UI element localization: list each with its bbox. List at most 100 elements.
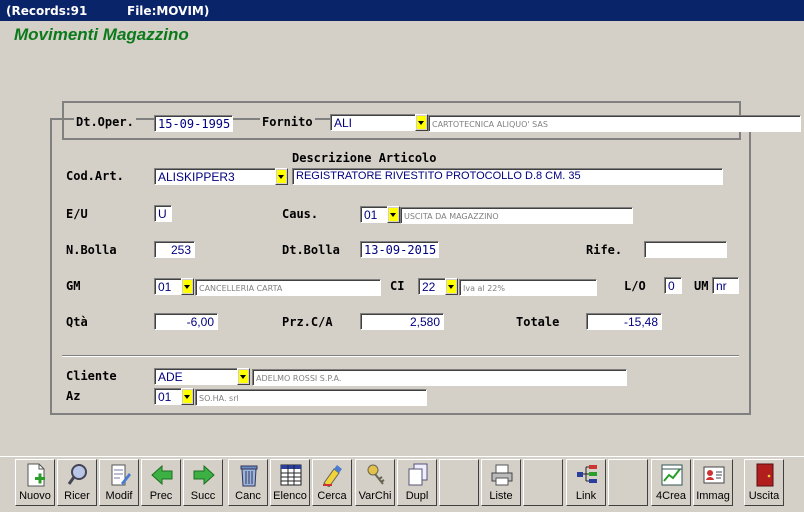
immag-button[interactable]: Immag: [693, 459, 733, 506]
exit-door-icon: [756, 463, 774, 487]
cod-art-desc-field[interactable]: REGISTRATORE RIVESTITO PROTOCOLLO D.8 CM…: [292, 168, 723, 185]
chevron-down-icon: [184, 395, 190, 399]
link-tree-icon: [577, 465, 597, 483]
qta-label: Qtà: [64, 315, 90, 329]
dt-oper-field[interactable]: 15-09-1995: [154, 115, 233, 132]
gm-label: GM: [64, 279, 83, 293]
fornito-dropdown-button[interactable]: [415, 114, 428, 131]
id-card-icon: [703, 466, 725, 484]
title-bar: (Records:91 File:MOVIM): [0, 0, 804, 21]
ci-desc-field: Iva al 22%: [459, 279, 597, 296]
dupl-label: Dupl: [405, 490, 429, 502]
caus-label: Caus.: [280, 207, 321, 221]
fornito-code-field[interactable]: ALI: [330, 114, 416, 131]
eu-label: E/U: [64, 207, 90, 221]
prec-button[interactable]: Prec: [141, 459, 181, 506]
ricer-label: Ricer: [64, 490, 90, 502]
chevron-down-icon: [278, 175, 284, 179]
ci-label: CI: [388, 279, 407, 293]
chevron-down-icon: [240, 375, 246, 379]
totale-label: Totale: [514, 315, 562, 329]
cerca-label: Cerca: [317, 490, 347, 502]
modif-label: Modif: [105, 490, 133, 502]
cliente-desc-field: ADELMO ROSSI S.P.A.: [252, 369, 627, 386]
new-document-icon: [27, 463, 45, 487]
az-desc-field: SO.HA. srl: [195, 389, 427, 406]
link-button[interactable]: Link: [566, 459, 606, 506]
dt-bolla-label: Dt.Bolla: [280, 243, 342, 257]
4crea-label: 4Crea: [656, 490, 686, 502]
eu-field[interactable]: U: [154, 205, 172, 222]
dt-bolla-field[interactable]: 13-09-2015: [360, 241, 439, 258]
cod-art-dropdown-button[interactable]: [275, 168, 288, 185]
trash-icon: [240, 465, 258, 487]
caus-dropdown-button[interactable]: [387, 206, 400, 223]
cod-art-label: Cod.Art.: [64, 169, 126, 183]
empty-button-1[interactable]: [439, 459, 479, 506]
fornito-label: Fornito: [260, 115, 315, 129]
uscita-label: Uscita: [748, 490, 780, 502]
succ-button[interactable]: Succ: [183, 459, 223, 506]
az-label: Az: [64, 389, 83, 403]
um-field[interactable]: nr: [712, 277, 739, 294]
liste-button[interactable]: Liste: [481, 459, 521, 506]
prec-label: Prec: [149, 490, 173, 502]
qta-field[interactable]: -6,00: [154, 313, 218, 330]
nuovo-label: Nuovo: [19, 490, 51, 502]
cliente-label: Cliente: [64, 369, 119, 383]
caus-desc-field: USCITA DA MAGAZZINO: [400, 207, 633, 224]
chevron-down-icon: [448, 285, 454, 289]
canc-button[interactable]: Canc: [228, 459, 268, 506]
cliente-dropdown-button[interactable]: [237, 368, 250, 385]
gm-dropdown-button[interactable]: [181, 278, 194, 295]
gm-code-field[interactable]: 01: [154, 278, 182, 295]
n-bolla-field[interactable]: 253: [154, 241, 195, 258]
fornito-desc-field: CARTOTECNICA ALIQUO' SAS: [428, 115, 801, 132]
caus-code-field[interactable]: 01: [360, 206, 388, 223]
elenco-label: Elenco: [273, 490, 307, 502]
gm-desc-field: CANCELLERIA CARTA: [195, 279, 381, 296]
prz-label: Prz.C/A: [280, 315, 335, 329]
empty-button-3[interactable]: [608, 459, 648, 506]
lo-label: L/O: [622, 279, 648, 293]
4crea-button[interactable]: 4Crea: [651, 459, 691, 506]
ci-code-field[interactable]: 22: [418, 278, 446, 295]
ricer-button[interactable]: Ricer: [57, 459, 97, 506]
descrizione-label: Descrizione Articolo: [290, 151, 439, 165]
cliente-code-field[interactable]: ADE: [154, 368, 238, 385]
az-code-field[interactable]: 01: [154, 388, 182, 405]
duplicate-icon: [408, 463, 428, 486]
nuovo-button[interactable]: Nuovo: [15, 459, 55, 506]
rife-label: Rife.: [584, 243, 625, 257]
chevron-down-icon: [390, 213, 396, 217]
search-icon: [67, 464, 87, 485]
arrow-left-icon: [151, 464, 173, 486]
liste-label: Liste: [489, 490, 513, 502]
succ-label: Succ: [190, 490, 216, 502]
table-icon: [280, 464, 302, 486]
elenco-button[interactable]: Elenco: [270, 459, 310, 506]
file-name: File:MOVIM): [127, 4, 210, 18]
page-title: Movimenti Magazzino: [14, 25, 189, 44]
az-dropdown-button[interactable]: [181, 388, 194, 405]
printer-icon: [491, 464, 513, 486]
cod-art-field[interactable]: ALISKIPPER3: [154, 168, 276, 185]
cerca-button[interactable]: Cerca: [312, 459, 352, 506]
link-label: Link: [575, 490, 597, 502]
uscita-button[interactable]: Uscita: [744, 459, 784, 506]
keys-icon: [367, 464, 385, 485]
dupl-button[interactable]: Dupl: [397, 459, 437, 506]
rife-field[interactable]: [644, 241, 727, 258]
divider: [62, 355, 739, 357]
modif-button[interactable]: Modif: [99, 459, 139, 506]
edit-icon: [111, 464, 131, 486]
varchi-button[interactable]: VarChi: [355, 459, 395, 506]
chart-icon: [661, 464, 683, 486]
lo-field[interactable]: 0: [664, 277, 682, 294]
empty-button-2[interactable]: [523, 459, 563, 506]
totale-field[interactable]: -15,48: [586, 313, 662, 330]
prz-field[interactable]: 2,580: [360, 313, 444, 330]
dt-oper-label: Dt.Oper.: [74, 115, 136, 129]
ci-dropdown-button[interactable]: [445, 278, 458, 295]
n-bolla-label: N.Bolla: [64, 243, 119, 257]
